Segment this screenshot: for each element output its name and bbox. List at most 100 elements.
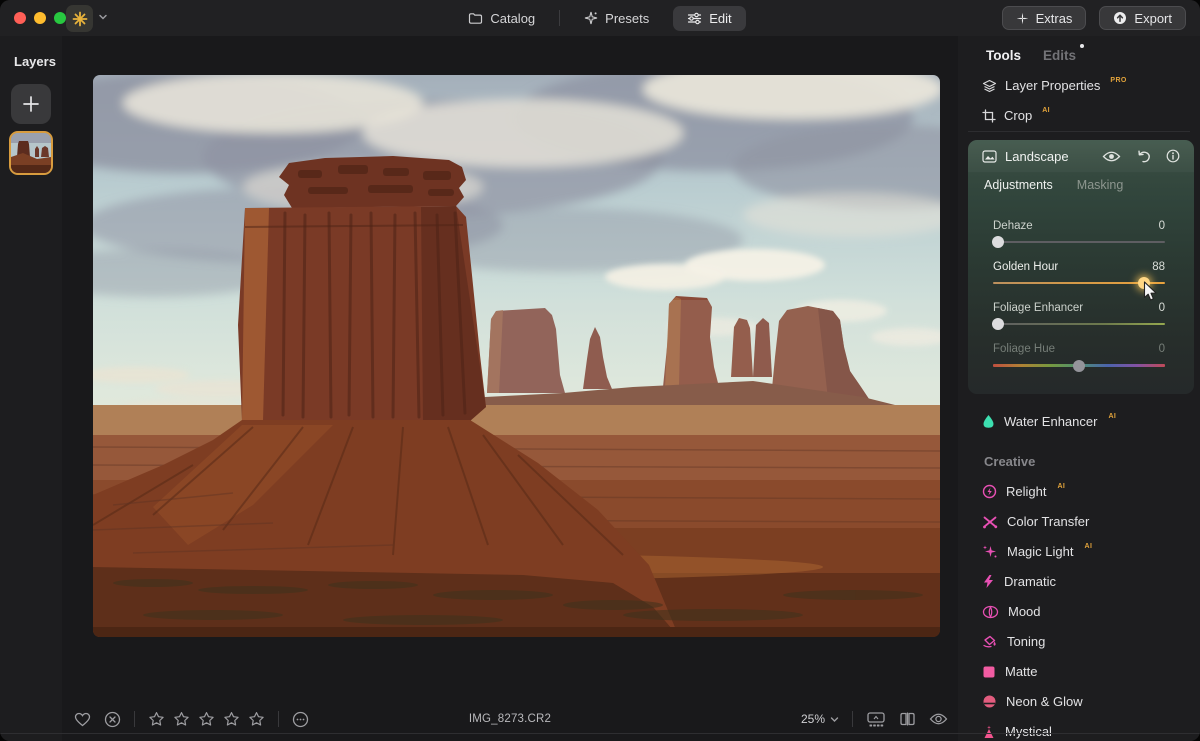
compare-split-button[interactable] — [899, 711, 916, 727]
mystical-label: Mystical — [1005, 724, 1052, 739]
water-enhancer-label: Water Enhancer — [1004, 414, 1097, 429]
preview-eye-button[interactable] — [929, 712, 948, 726]
foliage-enhancer-slider[interactable]: Foliage Enhancer 0 — [993, 294, 1165, 335]
golden-hour-value: 88 — [1152, 261, 1165, 273]
foliage-hue-value: 0 — [1159, 343, 1165, 355]
presets-sparkle-icon — [584, 11, 598, 25]
ai-badge: AI — [1084, 543, 1092, 550]
layer-thumbnail[interactable] — [9, 131, 53, 175]
neon-glow-item[interactable]: Neon & Glow — [982, 694, 1094, 709]
dehaze-knob[interactable] — [992, 236, 1004, 248]
layer-properties-item[interactable]: Layer Properties PRO — [982, 78, 1127, 93]
tab-catalog[interactable]: Catalog — [454, 6, 549, 31]
filename-label: IMG_8273.CR2 — [469, 713, 551, 725]
export-button[interactable]: Export — [1099, 6, 1186, 30]
mystical-item[interactable]: Mystical — [982, 724, 1063, 739]
dehaze-label: Dehaze — [993, 220, 1033, 232]
landscape-header[interactable]: Landscape — [968, 140, 1194, 172]
foliage-enhancer-value: 0 — [1159, 302, 1165, 314]
edits-notification-dot — [1080, 44, 1084, 48]
dehaze-value: 0 — [1159, 220, 1165, 232]
tab-adjustments[interactable]: Adjustments — [984, 178, 1053, 192]
bottom-toolbar: IMG_8273.CR2 25% — [62, 704, 958, 734]
dehaze-track[interactable] — [993, 241, 1165, 243]
visibility-eye-icon[interactable] — [1102, 150, 1121, 163]
lightning-bolt-icon — [982, 574, 995, 589]
chevron-down-icon — [830, 716, 839, 723]
creative-section-header: Creative — [984, 454, 1035, 469]
golden-hour-track[interactable] — [993, 282, 1165, 284]
layer-thumbnail-image — [11, 133, 51, 173]
golden-hour-label: Golden Hour — [993, 261, 1058, 273]
foliage-enhancer-track[interactable] — [993, 323, 1165, 325]
tab-masking[interactable]: Masking — [1077, 178, 1124, 192]
golden-hour-slider[interactable]: Golden Hour 88 — [993, 253, 1165, 294]
dramatic-item[interactable]: Dramatic — [982, 574, 1067, 589]
tab-edits[interactable]: Edits — [1043, 48, 1076, 63]
tab-edits-label: Edits — [1043, 48, 1076, 63]
titlebar: Catalog Presets Edit — [0, 0, 1200, 36]
magic-light-label: Magic Light — [1007, 544, 1073, 559]
filmstrip-toggle-button[interactable] — [866, 711, 886, 728]
reset-undo-icon[interactable] — [1136, 150, 1151, 163]
dehaze-slider[interactable]: Dehaze 0 — [993, 212, 1165, 253]
matte-square-icon — [982, 665, 996, 679]
foliage-enhancer-knob[interactable] — [992, 318, 1004, 330]
mood-lotus-icon — [982, 605, 999, 619]
extras-button-label: Extras — [1036, 11, 1073, 26]
dramatic-label: Dramatic — [1004, 574, 1056, 589]
photo-canvas[interactable] — [93, 75, 940, 637]
zoom-level-dropdown[interactable]: 25% — [801, 712, 839, 726]
extras-star-icon — [1016, 12, 1029, 25]
landscape-icon — [982, 150, 997, 163]
tab-presets-label: Presets — [605, 11, 649, 26]
tab-presets[interactable]: Presets — [570, 6, 663, 31]
extras-button[interactable]: Extras — [1002, 6, 1087, 30]
landscape-title: Landscape — [1005, 149, 1069, 164]
crop-icon — [982, 109, 996, 123]
water-enhancer-item[interactable]: Water Enhancer AI — [982, 414, 1116, 429]
edit-panel: Tools Edits Layer Properties PRO Crop AI — [958, 36, 1200, 741]
pro-badge: PRO — [1110, 77, 1126, 84]
tab-tools[interactable]: Tools — [986, 48, 1021, 63]
color-transfer-label: Color Transfer — [1007, 514, 1089, 529]
mood-label: Mood — [1008, 604, 1041, 619]
tab-edit-label: Edit — [709, 11, 731, 26]
panel-tabs: Tools Edits — [986, 48, 1076, 63]
relight-item[interactable]: Relight AI — [982, 484, 1065, 499]
layers-stack-icon — [982, 79, 997, 93]
landscape-tabs: Adjustments Masking — [984, 178, 1123, 192]
zoom-level-value: 25% — [801, 712, 825, 726]
paint-bucket-icon — [982, 635, 998, 649]
foliage-hue-knob — [1073, 360, 1085, 372]
crop-item[interactable]: Crop AI — [982, 108, 1050, 123]
panel-divider — [968, 131, 1190, 132]
view-controls: 25% — [801, 704, 948, 734]
neon-glow-label: Neon & Glow — [1006, 694, 1083, 709]
mystical-icon — [982, 725, 996, 739]
info-icon[interactable] — [1166, 149, 1180, 163]
tab-separator — [559, 10, 560, 26]
folder-icon — [468, 12, 483, 25]
toning-label: Toning — [1007, 634, 1045, 649]
color-transfer-item[interactable]: Color Transfer — [982, 514, 1100, 529]
ai-badge: AI — [1042, 107, 1050, 114]
landscape-sliders: Dehaze 0 Golden Hour 88 Foliage Enhancer — [993, 212, 1165, 376]
relight-label: Relight — [1006, 484, 1046, 499]
toning-item[interactable]: Toning — [982, 634, 1056, 649]
matte-item[interactable]: Matte — [982, 664, 1049, 679]
app-window: Catalog Presets Edit — [0, 0, 1200, 741]
magic-light-item[interactable]: Magic Light AI — [982, 544, 1092, 559]
tab-catalog-label: Catalog — [490, 11, 535, 26]
add-layer-button[interactable] — [11, 84, 51, 124]
export-button-label: Export — [1134, 11, 1172, 26]
foliage-hue-track — [993, 364, 1165, 367]
mood-item[interactable]: Mood — [982, 604, 1052, 619]
mouse-cursor — [1143, 281, 1158, 302]
matte-label: Matte — [1005, 664, 1038, 679]
plus-icon — [22, 95, 40, 113]
color-transfer-icon — [982, 515, 998, 529]
landscape-tool-card: Landscape Adjustments Masking Dehaze 0 — [968, 140, 1194, 394]
monument-valley-photo — [93, 75, 940, 637]
tab-edit[interactable]: Edit — [673, 6, 745, 31]
